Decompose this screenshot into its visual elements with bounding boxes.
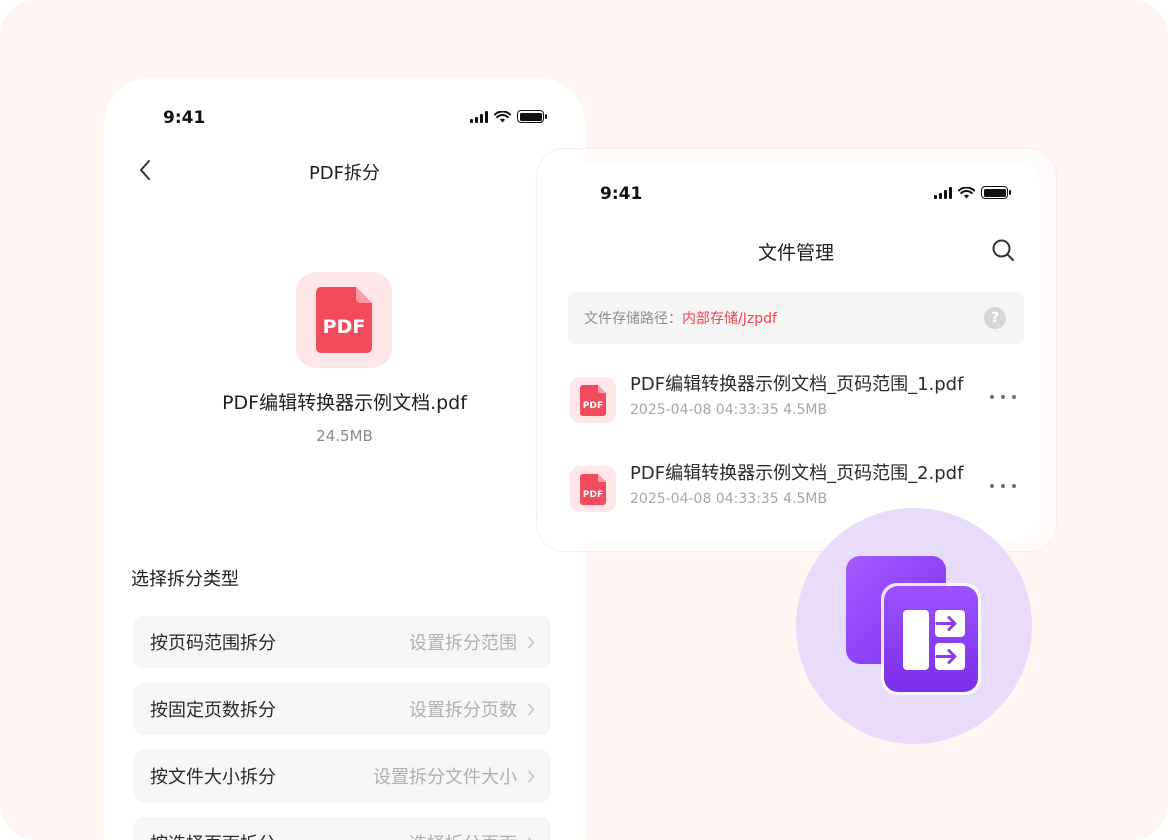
wifi-icon [494, 110, 511, 122]
chevron-right-icon [528, 837, 532, 840]
wifi-icon [958, 186, 975, 198]
search-icon[interactable] [991, 238, 1015, 262]
chevron-right-icon [528, 703, 535, 715]
option-hint: 设置拆分文件大小 [373, 767, 517, 788]
page-title: PDF拆分 [308, 163, 381, 184]
file-list-item[interactable]: PDF PDF编辑转换器示例文档_页码范围_2.pdf 2025-04-08 0… [570, 459, 1026, 519]
status-icons [934, 186, 1011, 199]
more-icon[interactable] [990, 483, 1016, 489]
pdf-badge-text: PDF [583, 490, 603, 500]
more-icon[interactable] [990, 394, 1016, 400]
page-title: 文件管理 [757, 242, 834, 264]
status-icons [470, 110, 547, 123]
file-size: 24.5MB [316, 427, 373, 445]
file-meta: 2025-04-08 04:33:35 4.5MB [630, 402, 828, 418]
file-manager-card: 9:41 文件管理 文件存储路径： 内部存储/Jzpdf ? PDF PDF编辑… [552, 164, 1040, 538]
signal-icon [934, 186, 952, 199]
option-hint: 选择拆分页面 [409, 830, 517, 840]
signal-icon [470, 110, 488, 123]
status-time: 9:41 [163, 108, 206, 128]
option-hint: 设置拆分页数 [409, 700, 517, 721]
option-label: 按选择页面拆分 [150, 830, 276, 840]
battery-icon [517, 110, 547, 123]
status-time: 9:41 [600, 184, 643, 204]
chevron-right-icon [528, 770, 535, 782]
split-tool-badge [796, 508, 1032, 744]
option-label: 按页码范围拆分 [150, 633, 276, 654]
option-label: 按文件大小拆分 [150, 767, 276, 788]
file-name: PDF编辑转换器示例文档_页码范围_2.pdf [630, 463, 964, 484]
pdf-split-phone: 9:41 PDF拆分 PDF PDF编辑转换器示例文档.pdf 24.5MB 选… [104, 78, 585, 840]
pdf-file-icon: PDF [570, 377, 616, 423]
file-meta: 2025-04-08 04:33:35 4.5MB [630, 491, 828, 507]
help-icon[interactable]: ? [984, 307, 1006, 329]
chevron-right-icon [528, 636, 535, 648]
section-title: 选择拆分类型 [131, 569, 239, 590]
option-fixed-pages[interactable]: 按固定页数拆分 设置拆分页数 [134, 683, 551, 735]
storage-path-label: 文件存储路径： [584, 311, 682, 327]
file-name: PDF编辑转换器示例文档_页码范围_1.pdf [630, 374, 964, 395]
storage-path-value[interactable]: 内部存储/Jzpdf [682, 308, 777, 328]
file-list-item[interactable]: PDF PDF编辑转换器示例文档_页码范围_1.pdf 2025-04-08 0… [570, 370, 1026, 430]
storage-path-bar: 文件存储路径： 内部存储/Jzpdf ? [568, 292, 1024, 344]
file-name: PDF编辑转换器示例文档.pdf [222, 392, 467, 414]
pdf-file-icon: PDF [296, 272, 392, 368]
pdf-badge-text: PDF [323, 316, 366, 338]
promo-canvas: 9:41 PDF拆分 PDF PDF编辑转换器示例文档.pdf 24.5MB 选… [0, 0, 1168, 840]
battery-icon [981, 186, 1011, 199]
option-page-range[interactable]: 按页码范围拆分 设置拆分范围 [134, 616, 551, 668]
pdf-file-icon: PDF [570, 466, 616, 512]
option-file-size[interactable]: 按文件大小拆分 设置拆分文件大小 [134, 750, 551, 802]
option-select-pages[interactable]: 按选择页面拆分 选择拆分页面 [134, 817, 551, 840]
split-pdf-icon [846, 556, 981, 695]
pdf-badge-text: PDF [583, 401, 603, 411]
option-hint: 设置拆分范围 [409, 633, 517, 654]
option-label: 按固定页数拆分 [150, 700, 276, 721]
